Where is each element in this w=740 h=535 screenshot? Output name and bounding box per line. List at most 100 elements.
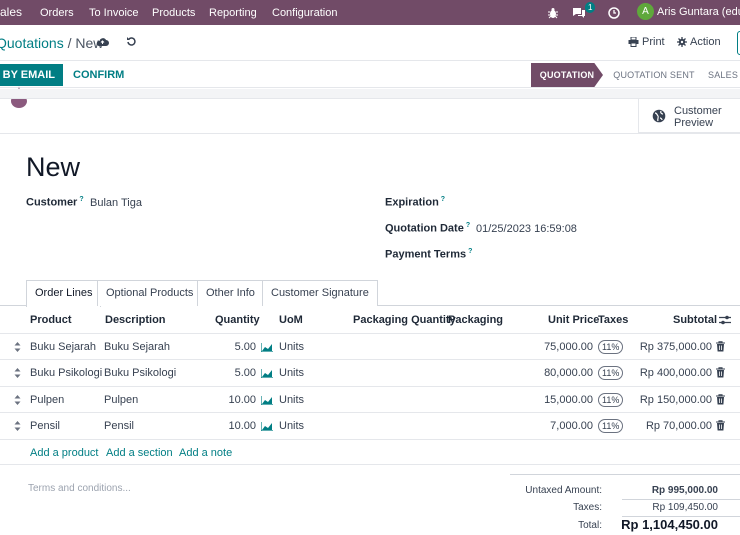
table-row[interactable]: Buku Psikologi Buku Psikologi 5.00 Units… — [0, 359, 740, 386]
send-by-email-button[interactable]: SEND BY EMAIL — [0, 64, 63, 86]
cell-uom[interactable]: Units — [279, 341, 304, 353]
customer-field[interactable]: Bulan Tiga — [90, 197, 142, 209]
quotation-date-field[interactable]: 01/25/2023 16:59:08 — [476, 223, 577, 235]
cell-description[interactable]: Pulpen — [104, 394, 138, 406]
drag-handle-icon[interactable] — [14, 395, 21, 405]
table-row[interactable]: Pulpen Pulpen 10.00 Units 15,000.00 11% … — [0, 386, 740, 413]
table-row[interactable]: Buku Sejarah Buku Sejarah 5.00 Units 75,… — [0, 333, 740, 360]
cell-uom[interactable]: Units — [279, 394, 304, 406]
terms-input[interactable]: Terms and conditions... — [28, 483, 131, 494]
expiration-field[interactable] — [475, 196, 625, 210]
cell-subtotal: Rp 400,000.00 — [639, 367, 712, 379]
sheet-background — [0, 89, 740, 98]
cell-product[interactable]: Pensil — [30, 420, 60, 432]
col-description[interactable]: Description — [105, 314, 166, 326]
notebook-tabs: Order Lines Optional Products Other Info… — [0, 280, 740, 307]
cell-product[interactable]: Buku Sejarah — [30, 341, 96, 353]
forecast-chart-icon[interactable] — [261, 422, 273, 431]
cell-quantity[interactable]: 5.00 — [206, 341, 256, 353]
cell-uom[interactable]: Units — [279, 420, 304, 432]
add-section-link[interactable]: Add a section — [106, 447, 173, 459]
add-note-link[interactable]: Add a note — [179, 447, 232, 459]
status-quotation-sent[interactable]: QUOTATION SENT — [608, 63, 700, 87]
quotation-date-label: Quotation Date? — [385, 222, 471, 235]
cell-product[interactable]: Pulpen — [30, 394, 64, 406]
trash-icon[interactable] — [716, 420, 725, 431]
trash-icon[interactable] — [716, 394, 725, 405]
col-unit-price[interactable]: Unit Price — [548, 314, 599, 326]
bug-icon[interactable] — [547, 0, 559, 25]
menu-products[interactable]: Products — [152, 0, 195, 25]
status-sales-order[interactable]: SALES ORDER — [708, 63, 740, 87]
gear-icon — [677, 37, 687, 47]
drag-handle-icon[interactable] — [14, 421, 21, 431]
forecast-chart-icon[interactable] — [261, 343, 273, 352]
cell-quantity[interactable]: 10.00 — [206, 394, 256, 406]
cell-unit-price[interactable]: 80,000.00 — [520, 367, 593, 379]
cell-subtotal: Rp 70,000.00 — [645, 420, 712, 432]
col-quantity[interactable]: Quantity — [215, 314, 260, 326]
clock-icon[interactable] — [608, 0, 620, 25]
untaxed-value: Rp 995,000.00 — [651, 485, 718, 496]
avatar[interactable]: A — [637, 3, 654, 20]
untaxed-label: Untaxed Amount: — [525, 485, 602, 496]
cell-product[interactable]: Buku Psikologi — [30, 367, 102, 379]
status-quotation[interactable]: QUOTATION — [531, 63, 603, 87]
expiration-label: Expiration? — [385, 196, 446, 209]
tab-other-info[interactable]: Other Info — [197, 280, 264, 306]
globe-icon — [652, 109, 666, 123]
cell-unit-price[interactable]: 7,000.00 — [520, 420, 593, 432]
menu-to-invoice[interactable]: To Invoice — [89, 0, 139, 25]
column-settings-icon[interactable] — [719, 315, 731, 325]
total-value: Rp 1,104,450.00 — [621, 517, 718, 532]
col-product[interactable]: Product — [30, 314, 72, 326]
user-name[interactable]: Aris Guntara (edu-l — [657, 0, 740, 25]
discard-undo-icon[interactable] — [126, 36, 137, 47]
trash-icon[interactable] — [716, 367, 725, 378]
tab-optional-products[interactable]: Optional Products — [97, 280, 203, 306]
confirm-button[interactable]: CONFIRM — [73, 64, 124, 86]
menu-configuration[interactable]: Configuration — [272, 0, 337, 25]
cell-uom[interactable]: Units — [279, 367, 304, 379]
forecast-chart-icon[interactable] — [261, 396, 273, 405]
cell-unit-price[interactable]: 15,000.00 — [520, 394, 593, 406]
table-row[interactable]: Pensil Pensil 10.00 Units 7,000.00 11% R… — [0, 412, 740, 439]
top-navbar: Sales Orders To Invoice Products Reporti… — [0, 0, 740, 25]
totals-panel: Untaxed Amount: Rp 995,000.00 Taxes: Rp … — [510, 474, 740, 535]
breadcrumb-quotations[interactable]: Quotations — [0, 35, 64, 51]
col-packaging-quantity[interactable]: Packaging Quantity — [353, 314, 456, 326]
col-packaging[interactable]: Packaging — [448, 314, 503, 326]
forecast-chart-icon[interactable] — [261, 369, 273, 378]
save-cloud-icon[interactable] — [96, 37, 109, 47]
add-product-link[interactable]: Add a product — [30, 447, 99, 459]
tab-customer-signature[interactable]: Customer Signature — [262, 280, 378, 306]
col-subtotal[interactable]: Subtotal — [673, 314, 717, 326]
col-taxes[interactable]: Taxes — [598, 314, 628, 326]
cell-quantity[interactable]: 10.00 — [206, 420, 256, 432]
menu-reporting[interactable]: Reporting — [209, 0, 257, 25]
cell-subtotal: Rp 150,000.00 — [639, 394, 712, 406]
add-line-row: Add a product Add a section Add a note — [0, 439, 740, 465]
taxes-value: Rp 109,450.00 — [652, 502, 718, 513]
cell-description[interactable]: Pensil — [104, 420, 134, 432]
drag-handle-icon[interactable] — [14, 342, 21, 352]
record-title: New — [26, 152, 81, 182]
tab-order-lines[interactable]: Order Lines — [26, 280, 102, 307]
cell-unit-price[interactable]: 75,000.00 — [520, 341, 593, 353]
menu-orders[interactable]: Orders — [40, 0, 74, 25]
app-name[interactable]: Sales — [0, 0, 22, 25]
chat-icon[interactable] — [572, 0, 586, 25]
cell-subtotal: Rp 375,000.00 — [639, 341, 712, 353]
payment-terms-field[interactable] — [475, 248, 625, 262]
cell-quantity[interactable]: 5.00 — [206, 367, 256, 379]
customer-preview-button[interactable]: Customer Preview — [638, 99, 740, 133]
cell-description[interactable]: Buku Sejarah — [104, 341, 170, 353]
total-label: Total: — [578, 520, 602, 531]
cell-description[interactable]: Buku Psikologi — [104, 367, 176, 379]
drag-handle-icon[interactable] — [14, 368, 21, 378]
trash-icon[interactable] — [716, 341, 725, 352]
action-button[interactable]: Action — [677, 36, 721, 48]
print-button[interactable]: Print — [628, 36, 665, 48]
col-uom[interactable]: UoM — [279, 314, 303, 326]
breadcrumb: Quotations / New — [0, 35, 103, 51]
